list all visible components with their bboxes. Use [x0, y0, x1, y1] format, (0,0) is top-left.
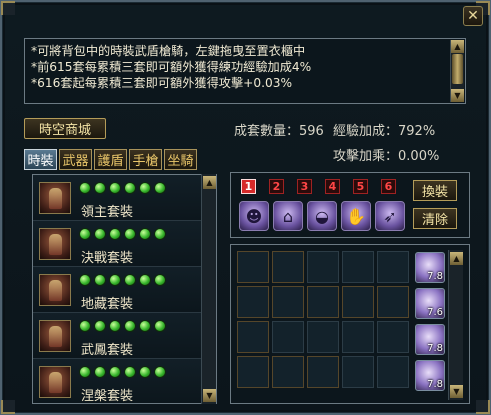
- skill-icon[interactable]: 7.8: [415, 324, 445, 355]
- list-item[interactable]: 涅槃套裝: [33, 359, 216, 404]
- scroll-up-icon[interactable]: ▲: [450, 252, 463, 265]
- close-icon[interactable]: ✕: [463, 6, 483, 26]
- info-line: *可將背包中的時裝武盾槍騎，左鍵拖曳至置衣櫃中: [31, 44, 306, 58]
- grid-slot[interactable]: [272, 321, 304, 353]
- tab-weapon[interactable]: 武器: [59, 149, 92, 170]
- tab-mount[interactable]: 坐騎: [164, 149, 197, 170]
- skill-level: 7.8: [427, 379, 443, 390]
- grid-slot[interactable]: [307, 356, 339, 388]
- list-item[interactable]: 領主套裝: [33, 175, 216, 221]
- time-shop-button[interactable]: 時空商城: [24, 118, 106, 139]
- skill-icon[interactable]: 7.8: [415, 360, 445, 391]
- grid-slot[interactable]: [272, 286, 304, 318]
- grid-slot[interactable]: [237, 356, 269, 388]
- scroll-up-icon[interactable]: ▲: [451, 40, 464, 53]
- set-name: 武鳳套裝: [81, 343, 134, 358]
- set-count-label: 成套數量：: [234, 124, 300, 139]
- grid-slot[interactable]: [342, 321, 374, 353]
- set-dots: [79, 228, 166, 240]
- skill-icon[interactable]: 7.8: [415, 252, 445, 283]
- grid-slot[interactable]: [307, 286, 339, 318]
- tab-fashion[interactable]: 時裝: [24, 149, 57, 170]
- swap-outfit-button[interactable]: 換裝: [413, 180, 457, 201]
- list-item[interactable]: 地藏套裝: [33, 267, 216, 313]
- set-dots: [79, 320, 166, 332]
- tab-pistol[interactable]: 手槍: [129, 149, 162, 170]
- skill-level: 7.8: [427, 343, 443, 354]
- exp-bonus-label: 經驗加成：: [333, 124, 399, 139]
- scroll-up-icon[interactable]: ▲: [203, 176, 216, 189]
- armor-icon: [39, 320, 71, 352]
- list-item[interactable]: 決戰套裝: [33, 221, 216, 267]
- skill-level: 7.6: [427, 307, 443, 318]
- armor-icon: [39, 366, 71, 398]
- armor-icon: [39, 182, 71, 214]
- grid-slot[interactable]: [237, 251, 269, 283]
- page-button-5[interactable]: 5: [353, 179, 368, 194]
- grid-slot[interactable]: [377, 251, 409, 283]
- set-name: 地藏套裝: [81, 297, 134, 312]
- hat-icon[interactable]: ◒: [307, 201, 337, 231]
- set-dots: [79, 274, 166, 286]
- grid-slot[interactable]: [272, 251, 304, 283]
- grid-slot[interactable]: [272, 356, 304, 388]
- scroll-down-icon[interactable]: ▼: [451, 89, 464, 102]
- skill-icon[interactable]: 7.6: [415, 288, 445, 319]
- scroll-down-icon[interactable]: ▼: [450, 385, 463, 398]
- page-button-4[interactable]: 4: [325, 179, 340, 194]
- frame-corner: [476, 400, 490, 414]
- page-button-2[interactable]: 2: [269, 179, 284, 194]
- grid-slot[interactable]: [342, 286, 374, 318]
- list-item[interactable]: 武鳳套裝: [33, 313, 216, 359]
- set-count-value: 596: [299, 124, 324, 139]
- grid-slot[interactable]: [342, 251, 374, 283]
- info-scrollbar[interactable]: ▲ ▼: [450, 40, 464, 102]
- set-count: 成套數量：596: [234, 120, 324, 139]
- grid-slot[interactable]: [377, 356, 409, 388]
- skill-level: 7.8: [427, 271, 443, 282]
- armor-icon: [39, 274, 71, 306]
- grid-slot[interactable]: [342, 356, 374, 388]
- clear-button[interactable]: 清除: [413, 208, 457, 229]
- scroll-thumb[interactable]: [452, 54, 463, 84]
- armor-icon: [39, 228, 71, 260]
- page-button-1[interactable]: 1: [241, 179, 256, 194]
- wing-icon[interactable]: ➶: [375, 201, 405, 231]
- frame-corner: [1, 400, 15, 414]
- set-dots: [79, 366, 166, 378]
- attack-bonus-label: 攻擊加乘：: [333, 149, 399, 164]
- set-name: 決戰套裝: [81, 251, 134, 266]
- grid-slot[interactable]: [307, 321, 339, 353]
- grid-scrollbar[interactable]: ▲ ▼: [448, 250, 463, 400]
- category-tabs: 時裝 武器 護盾 手槍 坐騎: [24, 149, 197, 170]
- glove-icon[interactable]: ✋: [341, 201, 371, 231]
- set-dots: [79, 182, 166, 194]
- grid-slot[interactable]: [377, 286, 409, 318]
- exp-bonus: 經驗加成：792%: [333, 120, 435, 139]
- frame-corner: [1, 1, 15, 15]
- wardrobe-window: ✕ *可將背包中的時裝武盾槍騎，左鍵拖曳至置衣櫃中 *前615套每累積三套即可額…: [0, 0, 491, 415]
- armor-icon[interactable]: ⌂: [273, 201, 303, 231]
- set-list-scrollbar[interactable]: ▲ ▼: [201, 174, 216, 404]
- set-name: 涅槃套裝: [81, 389, 134, 404]
- set-list: 領主套裝 決戰套裝 地藏套裝 武鳳套裝 涅槃套裝: [32, 174, 217, 404]
- grid-slot[interactable]: [377, 321, 409, 353]
- page-button-3[interactable]: 3: [297, 179, 312, 194]
- set-name: 領主套裝: [81, 205, 134, 220]
- page-button-6[interactable]: 6: [381, 179, 396, 194]
- info-line: *616套起每累積三套即可額外獲得攻擊+0.03%: [31, 76, 293, 90]
- scroll-down-icon[interactable]: ▼: [203, 389, 216, 402]
- exp-bonus-value: 792%: [398, 124, 436, 139]
- tab-shield[interactable]: 護盾: [94, 149, 127, 170]
- attack-bonus: 攻擊加乘：0.00%: [333, 145, 439, 164]
- grid-slot[interactable]: [237, 286, 269, 318]
- helmet-icon[interactable]: ☻: [239, 201, 269, 231]
- grid-slot[interactable]: [237, 321, 269, 353]
- grid-slot[interactable]: [307, 251, 339, 283]
- info-line: *前615套每累積三套即可額外獲得練功經驗加成4%: [31, 60, 312, 74]
- attack-bonus-value: 0.00%: [398, 149, 440, 164]
- info-text-box: *可將背包中的時裝武盾槍騎，左鍵拖曳至置衣櫃中 *前615套每累積三套即可額外獲…: [24, 38, 466, 104]
